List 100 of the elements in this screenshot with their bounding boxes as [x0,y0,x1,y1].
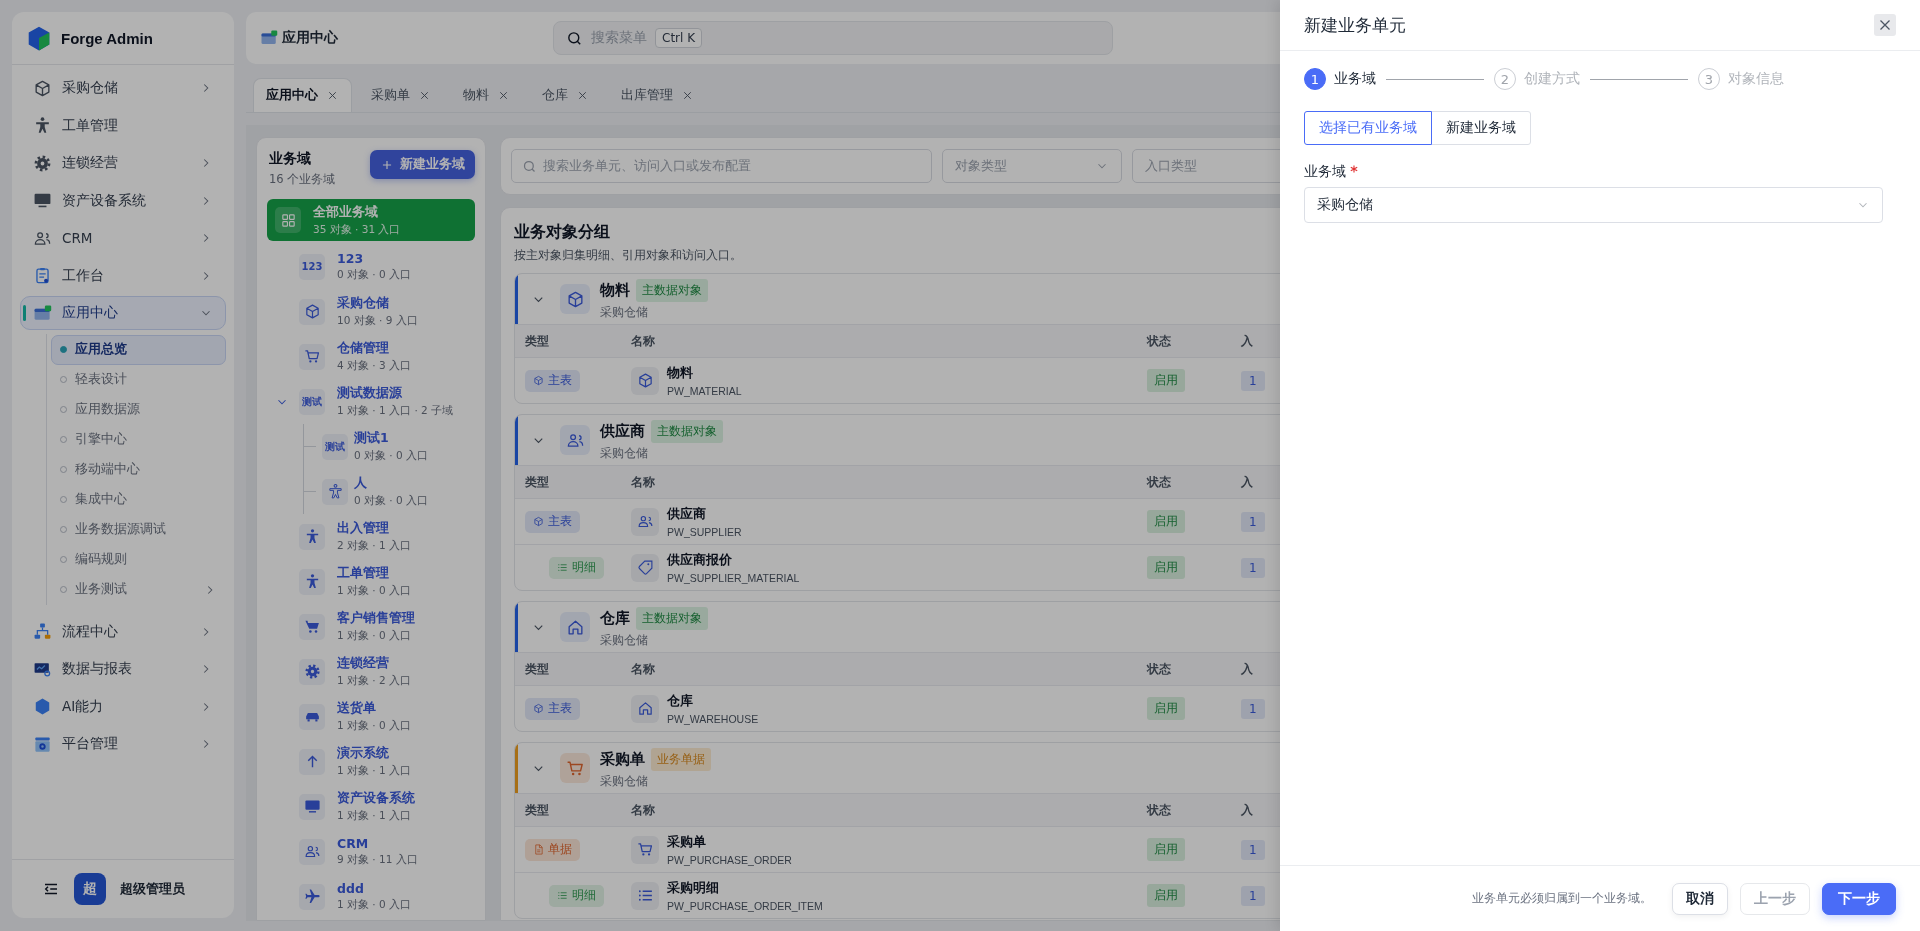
footer-button[interactable]: 取消 [1672,882,1728,915]
domain-name: ddd [337,881,365,896]
close-button[interactable] [1874,14,1896,36]
avatar[interactable]: 超 [74,873,106,905]
page-title: 应用中心 [282,29,338,47]
column-header: 类型 [524,660,550,678]
column-header: 类型 [524,332,550,350]
menu-item[interactable]: 采购仓储 [20,71,226,105]
domain-item[interactable]: 人 0 对象 · 0 入口 [304,469,475,514]
submenu-item[interactable]: 轻表设计 [51,364,226,395]
cart-icon [303,348,321,365]
status-tag: 启用 [1147,697,1185,720]
object-type-select[interactable]: 对象类型 [942,149,1122,183]
menu-item[interactable]: 数据与报表 [20,652,226,686]
domain-meta: 0 对象 · 0 入口 [354,449,429,463]
cube-icon [533,516,544,527]
column-header: 状态 [1147,473,1172,491]
user-name: 超级管理员 [120,880,185,898]
search-field[interactable]: 搜索业务单元、访问入口或发布配置 [511,149,932,183]
column-header: 入 [1241,332,1254,350]
mode-toggle[interactable]: 选择已有业务域 [1304,111,1432,145]
submenu-item[interactable]: 业务测试 [51,574,226,605]
domain-item[interactable]: 资产设备系统 1 对象 · 1 入口 [267,784,475,829]
menu-item[interactable]: 资产设备系统 [20,183,226,218]
menu-item[interactable]: 工单管理 [20,108,226,143]
submenu-item[interactable]: 应用总览 [51,334,226,365]
menu-item[interactable]: 平台管理 [20,727,226,761]
menu-item[interactable]: 连锁经营 [20,146,226,180]
submenu-item[interactable]: 集成中心 [51,484,226,515]
column-header: 状态 [1147,801,1172,819]
column-header: 名称 [631,660,656,678]
domain-item[interactable]: 仓储管理 4 对象 · 3 入口 [267,334,475,379]
domain-item[interactable]: 送货单 1 对象 · 0 入口 [267,694,475,739]
entry-count: 1 [1241,886,1265,906]
type-tag: 明细 [549,556,604,579]
close-icon [681,89,694,102]
domain-item[interactable]: 工单管理 1 对象 · 0 入口 [267,559,475,604]
menu-item[interactable]: AI能力 [20,689,226,724]
domain-item[interactable]: 连锁经营 1 对象 · 2 入口 [267,649,475,694]
entry-count: 1 [1241,558,1265,578]
domain-select[interactable]: 采购仓储 [1304,187,1883,223]
submenu-item[interactable]: 业务数据源调试 [51,514,226,545]
domain-item[interactable]: 演示系统 1 对象 · 1 入口 [267,739,475,784]
tab[interactable]: 物料 [450,78,523,112]
object-name: 供应商 [667,505,707,523]
search-icon [566,29,583,47]
new-domain-button[interactable]: 新建业务域 [370,150,475,179]
tab[interactable]: 应用中心 [253,78,352,112]
submenu-item[interactable]: 引擎中心 [51,424,226,455]
domain-item[interactable]: 出入管理 2 对象 · 1 入口 [267,514,475,559]
step-label: 对象信息 [1728,70,1784,88]
column-header: 名称 [631,473,656,491]
tab[interactable]: 仓库 [529,78,602,112]
cube-icon [303,303,321,320]
close-icon [576,89,589,102]
type-tag: 明细 [549,884,604,907]
domain-name: 工单管理 [337,565,390,582]
group-tag: 主数据对象 [651,419,723,443]
search-icon [522,158,537,174]
domain-item[interactable]: 测试 测试1 0 对象 · 0 入口 [304,424,475,469]
submenu-item[interactable]: 编码规则 [51,544,226,575]
close-icon [326,89,339,102]
mode-toggle[interactable]: 新建业务域 [1431,111,1531,145]
column-header: 类型 [524,473,550,491]
menu-item[interactable]: 流程中心 [20,614,226,649]
domain-name: 出入管理 [337,520,390,537]
footer-button[interactable]: 下一步 [1822,882,1896,915]
submenu-item[interactable]: 移动端中心 [51,454,226,485]
menu-search-field[interactable]: 搜索菜单 Ctrl K [553,21,1113,55]
panel-title: 业务域 [269,150,312,168]
submenu-item[interactable]: 应用数据源 [51,394,226,425]
domain-badge: 测试 [322,433,348,460]
domain-item[interactable]: ddd 1 对象 · 0 入口 [267,874,475,919]
domain-item[interactable]: 采购仓储 10 对象 · 9 入口 [267,289,475,334]
status-tag: 启用 [1147,369,1185,392]
person-icon [326,483,344,500]
cube-icon [33,78,52,98]
domain-meta: 1 对象 · 0 入口 [337,584,412,598]
cube-icon [533,375,544,386]
menu-item[interactable]: 应用中心 [20,296,226,330]
column-header: 状态 [1147,660,1172,678]
menu-item[interactable]: 工作台 [20,258,226,293]
group-name: 物料 [600,280,630,300]
tab[interactable]: 采购单 [358,78,444,112]
domain-meta: 0 对象 · 0 入口 [337,268,412,282]
domain-item[interactable]: 全部业务域 35 对象 · 31 入口 [267,199,475,241]
menu-item[interactable]: CRM [20,221,226,255]
domain-meta: 35 对象 · 31 入口 [313,222,401,237]
column-header: 入 [1241,660,1254,678]
column-header: 入 [1241,473,1254,491]
domain-item[interactable]: 测试 测试数据源 1 对象 · 1 入口 · 2 子域 [267,379,475,424]
domain-name: 人 [354,475,368,492]
domain-name: 客户销售管理 [337,610,415,627]
tab[interactable]: 出库管理 [608,78,707,112]
domain-item[interactable]: 123 123 0 对象 · 0 入口 [267,244,475,289]
object-name: 物料 [667,364,694,382]
domain-item[interactable]: CRM 9 对象 · 11 入口 [267,829,475,874]
column-header: 入 [1241,801,1254,819]
domain-item[interactable]: 客户销售管理 1 对象 · 0 入口 [267,604,475,649]
cart-icon [636,841,654,858]
